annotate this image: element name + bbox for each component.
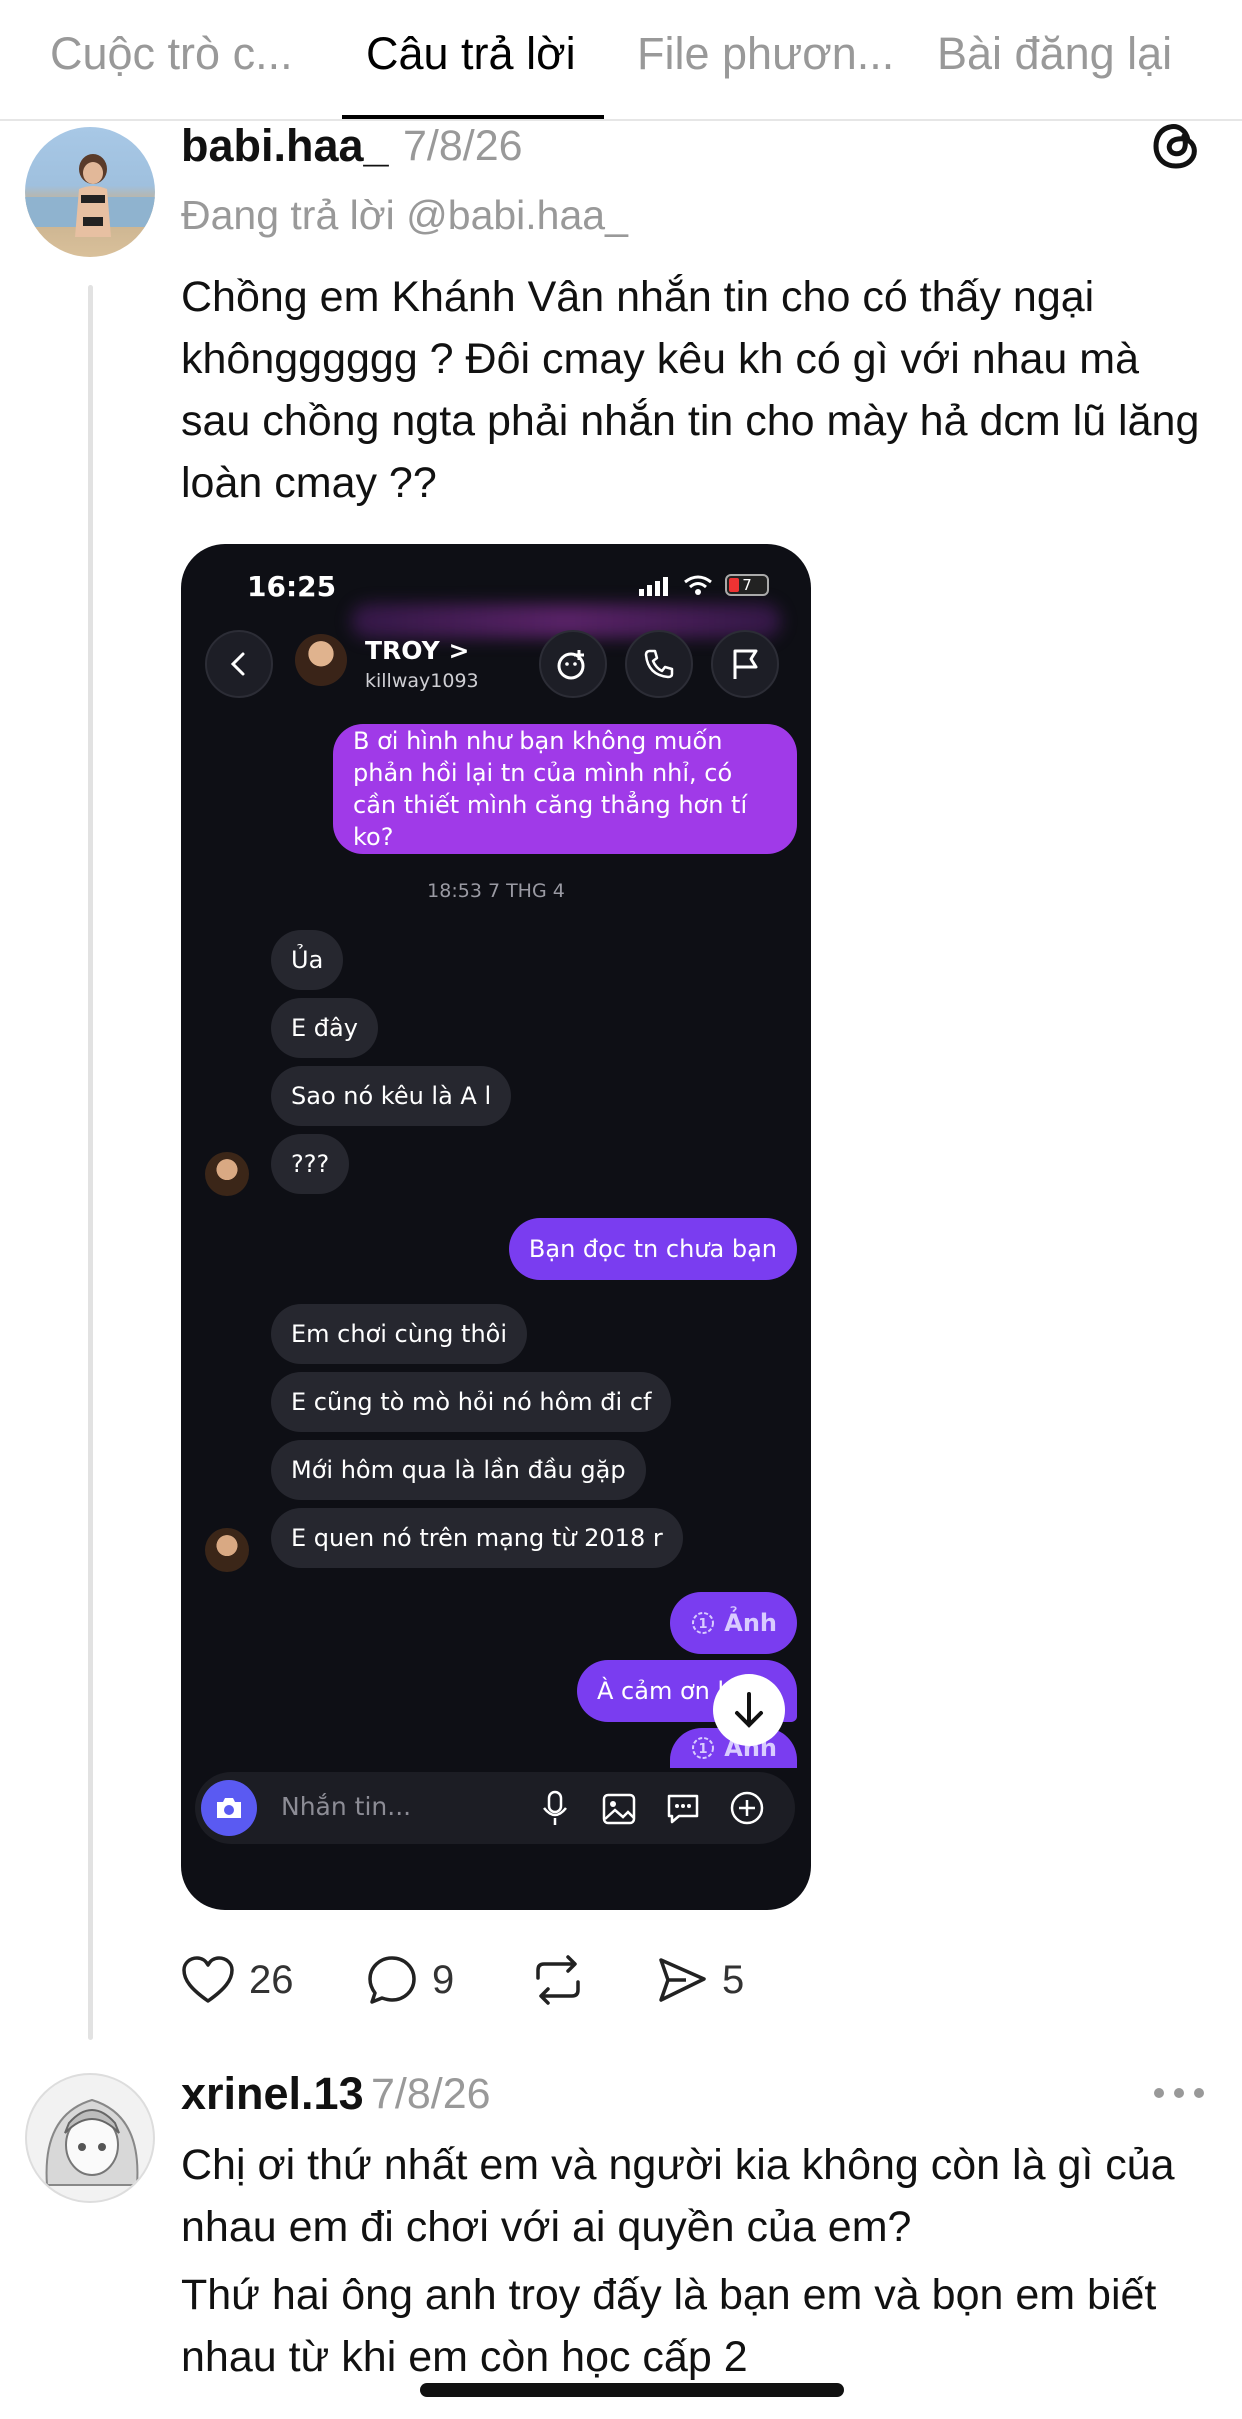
status-time: 16:25 [247, 570, 337, 603]
post-username[interactable]: babi.haa_ [181, 120, 389, 172]
contact-avatar[interactable] [295, 634, 347, 686]
share-button[interactable]: 5 [656, 1950, 744, 2010]
post-date: 7/8/26 [403, 122, 523, 170]
effects-button[interactable] [539, 630, 607, 698]
message-bubble[interactable]: ??? [271, 1134, 350, 1194]
view-once-icon: 1 [692, 1737, 715, 1759]
wifi-icon [684, 575, 712, 595]
photo-message[interactable]: 1 Ảnh [670, 1592, 797, 1654]
chevron-left-icon [230, 652, 245, 676]
battery-icon: 7 [725, 574, 769, 596]
post-body: Chồng em Khánh Vân nhắn tin cho có thấy … [181, 273, 1200, 507]
send-icon [659, 1958, 706, 2002]
message-bubble[interactable]: E quen nó trên mạng từ 2018 r [271, 1508, 683, 1568]
message-bubble[interactable]: Mới hôm qua là lần đầu gặp [271, 1440, 646, 1500]
sticker-icon [557, 650, 585, 680]
comment-button[interactable]: 9 [366, 1950, 454, 2010]
call-button[interactable] [625, 630, 693, 698]
threads-logo-icon[interactable] [1148, 116, 1206, 174]
share-count: 5 [722, 1957, 745, 2002]
svg-text:1: 1 [699, 1617, 708, 1632]
more-options-icon[interactable] [1150, 2078, 1208, 2108]
heart-icon [182, 1956, 234, 2003]
photo-label: Ảnh [724, 1609, 777, 1637]
tab-reposts[interactable]: Bài đăng lại [937, 28, 1172, 80]
reply-username[interactable]: xrinel.13 [181, 2068, 364, 2120]
flag-icon [733, 649, 758, 679]
message-bubble[interactable]: Bạn đọc tn chưa bạn [508, 1218, 797, 1280]
replying-to-label: Đang trả lời @babi.haa_ [181, 192, 628, 238]
sender-avatar [205, 1528, 249, 1572]
contact-handle: killway1093 [365, 670, 479, 692]
message-placeholder: Nhắn tin... [281, 1792, 412, 1821]
message-timestamp: 18:53 7 THG 4 [427, 880, 565, 902]
phone-icon [644, 649, 674, 679]
comment-count: 9 [432, 1957, 455, 2002]
reply-date: 7/8/26 [371, 2070, 491, 2118]
reply-body-continued: Thứ hai ông anh troy đấy là bạn em và bọ… [181, 2271, 1157, 2381]
like-button[interactable]: 26 [181, 1950, 294, 2010]
signal-icon [639, 577, 668, 596]
gallery-icon[interactable] [599, 1788, 639, 1828]
contact-name[interactable]: TROY > [365, 636, 469, 665]
active-tab-indicator [342, 115, 604, 119]
view-once-icon: 1 [692, 1612, 715, 1634]
reply-body: Chị ơi thứ nhất em và người kia không cò… [181, 2141, 1175, 2251]
tab-media[interactable]: File phươn... [637, 28, 894, 80]
sender-avatar [205, 1152, 249, 1196]
tab-replies[interactable]: Câu trả lời [366, 28, 576, 80]
tab-conversations[interactable]: Cuộc trò c... [50, 28, 293, 80]
report-button[interactable] [711, 630, 779, 698]
message-bubble[interactable]: Sao nó kêu là A l [271, 1066, 512, 1126]
avatar-photo-icon [25, 154, 155, 237]
camera-button[interactable] [201, 1780, 257, 1836]
thread-line [88, 285, 93, 2040]
sticker-message-icon[interactable] [663, 1788, 703, 1828]
plus-circle-icon[interactable] [727, 1788, 767, 1828]
scroll-down-button[interactable] [713, 1674, 785, 1746]
avatar[interactable] [25, 2073, 155, 2203]
tab-bar: Cuộc trò c... Câu trả lời File phươn... … [0, 0, 1242, 121]
home-indicator [420, 2383, 844, 2397]
message-bubble[interactable]: E cũng tò mò hỏi nó hôm đi cf [271, 1372, 672, 1432]
microphone-icon[interactable] [535, 1788, 575, 1828]
svg-text:1: 1 [699, 1742, 708, 1757]
message-bubble[interactable]: B ơi hình như bạn không muốn phản hồi lạ… [333, 724, 797, 854]
avatar-anime-icon [45, 2098, 139, 2186]
message-bubble[interactable]: E đây [271, 998, 378, 1058]
status-icons: 7 [639, 572, 769, 598]
comment-icon [368, 1956, 416, 2004]
avatar[interactable] [25, 127, 155, 257]
like-count: 26 [249, 1957, 294, 2002]
attached-screenshot[interactable]: 16:25 7 TROY > killway1093 B ơi hình như… [181, 544, 811, 1910]
camera-icon [217, 1798, 241, 1818]
repost-icon [536, 1955, 580, 2005]
battery-level: 7 [742, 576, 752, 594]
message-bubble[interactable]: Ủa [271, 930, 344, 990]
message-bubble[interactable]: Em chơi cùng thôi [271, 1304, 528, 1364]
repost-button[interactable] [530, 1950, 586, 2010]
arrow-down-icon [735, 1692, 763, 1728]
back-button[interactable] [205, 630, 273, 698]
message-input[interactable]: Nhắn tin... [195, 1772, 795, 1844]
